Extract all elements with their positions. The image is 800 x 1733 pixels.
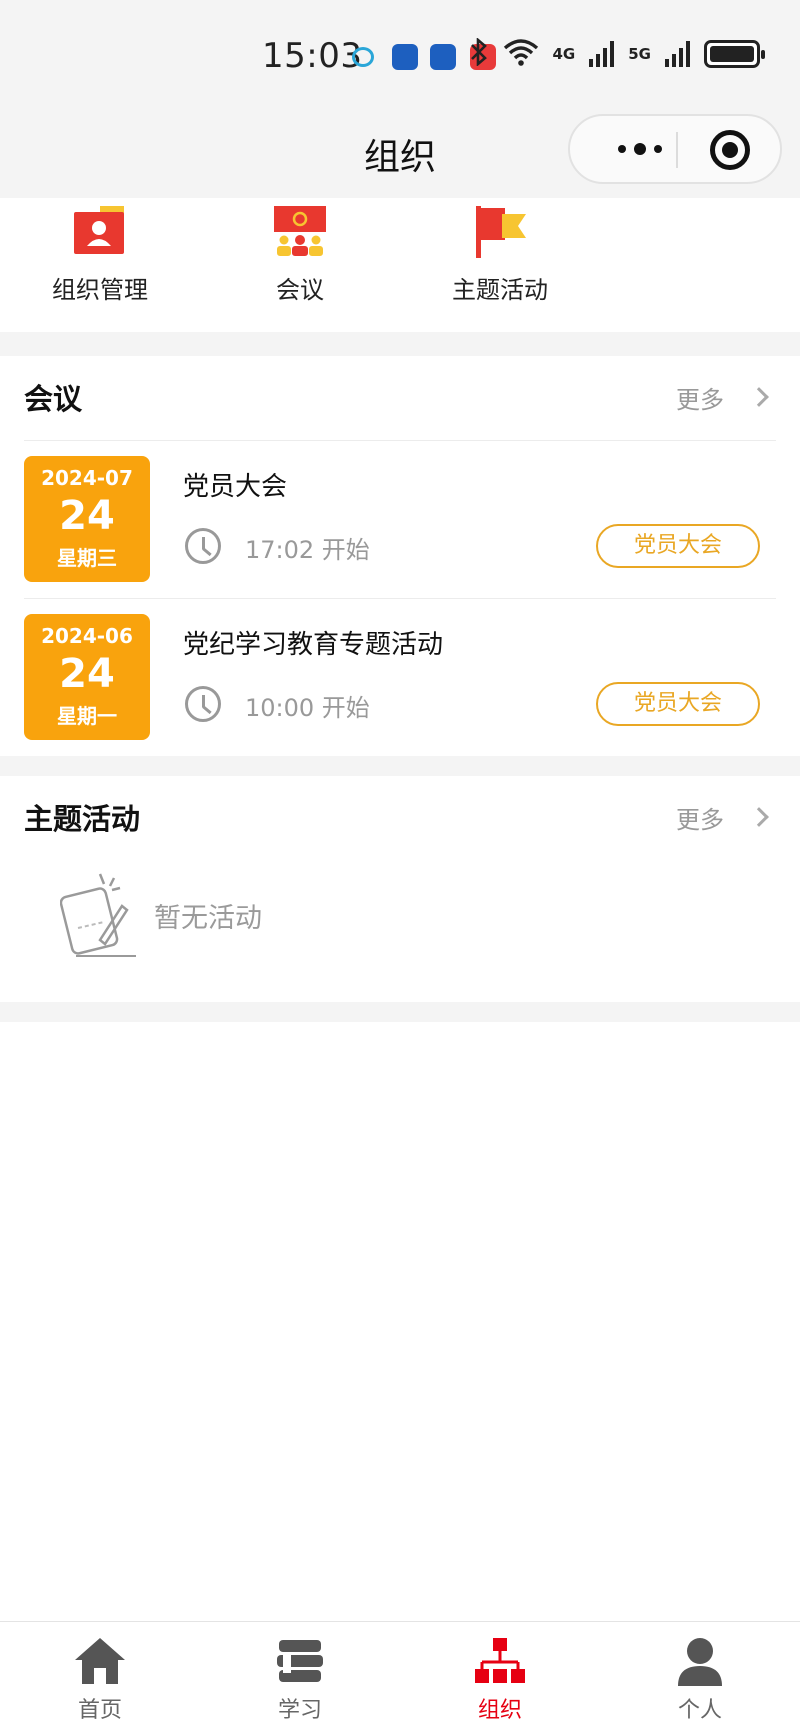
meeting-type-tag: 党员大会 — [596, 682, 760, 726]
flag-icon — [472, 206, 528, 258]
status-time: 15:03 — [262, 36, 363, 76]
empty-state-text: 暂无活动 — [154, 903, 262, 934]
meetings-more-link[interactable]: 更多 — [676, 380, 724, 415]
meeting-weekday: 星期一 — [57, 704, 117, 728]
quick-item-theme-activity[interactable]: 主题活动 — [420, 206, 580, 305]
chat-bubble-icon — [352, 47, 374, 67]
quick-item-label: 会议 — [276, 276, 324, 304]
person-icon — [673, 1636, 727, 1686]
meeting-list-item[interactable]: 2024-07 24 星期三 党员大会 17:02 开始 党员大会 — [0, 440, 800, 598]
meeting-start-time: 10:00 开始 — [245, 694, 370, 722]
nav-bar: 组织 — [0, 100, 800, 198]
organization-icon — [473, 1636, 527, 1686]
meeting-type-tag: 党员大会 — [596, 524, 760, 568]
meeting-day: 24 — [59, 651, 115, 697]
chevron-right-icon[interactable] — [749, 387, 769, 407]
activities-more-link[interactable]: 更多 — [676, 800, 724, 835]
network-4g-label: 4G — [552, 44, 576, 63]
meetings-section-title: 会议 — [24, 382, 83, 416]
org-management-icon — [72, 206, 128, 258]
battery-icon — [704, 40, 765, 68]
meeting-list-item[interactable]: 2024-06 24 星期一 党纪学习教育专题活动 10:00 开始 党员大会 — [0, 598, 800, 756]
quick-item-label: 组织管理 — [52, 276, 148, 304]
tab-label: 首页 — [77, 1698, 122, 1723]
meeting-title: 党纪学习教育专题活动 — [183, 630, 444, 660]
empty-notepad-icon — [59, 870, 140, 960]
status-bar: 15:03 4G 5G — [0, 0, 800, 100]
quick-item-meeting[interactable]: 会议 — [220, 206, 380, 305]
miniapp-capsule — [568, 114, 782, 184]
section-divider — [0, 1002, 800, 1022]
more-dots-icon[interactable] — [600, 116, 680, 182]
quick-menu: 组织管理 会议 主题活动 — [0, 198, 800, 332]
quick-item-label: 主题活动 — [452, 276, 548, 304]
meetings-section: 会议 更多 2024-07 24 星期三 党员大会 17:02 开始 党员大会 … — [0, 356, 800, 756]
quick-item-org-management[interactable]: 组织管理 — [20, 206, 180, 305]
app-badge-icon — [392, 44, 418, 70]
meeting-year-month: 2024-06 — [41, 624, 133, 648]
meeting-icon — [272, 206, 328, 258]
meeting-day: 24 — [59, 493, 115, 539]
meeting-weekday: 星期三 — [57, 546, 117, 570]
tab-label: 学习 — [277, 1698, 322, 1723]
activities-section: 主题活动 更多 暂无活动 — [0, 776, 800, 1002]
tab-label: 组织 — [477, 1698, 522, 1723]
clock-icon — [185, 528, 221, 564]
tab-home[interactable]: 首页 — [0, 1622, 200, 1733]
meeting-year-month: 2024-07 — [41, 466, 133, 490]
signal-4g-icon — [589, 41, 615, 67]
clock-icon — [185, 686, 221, 722]
tab-profile[interactable]: 个人 — [600, 1622, 800, 1733]
meeting-date-badge: 2024-06 24 星期一 — [24, 614, 150, 740]
meeting-date-badge: 2024-07 24 星期三 — [24, 456, 150, 582]
tab-organization[interactable]: 组织 — [400, 1622, 600, 1733]
app-badge-icon-2 — [430, 44, 456, 70]
study-icon — [273, 1636, 327, 1686]
signal-5g-icon — [665, 41, 690, 67]
bluetooth-icon — [469, 37, 489, 70]
tab-label: 个人 — [677, 1698, 722, 1723]
activities-section-title: 主题活动 — [24, 802, 141, 836]
wifi-icon — [503, 38, 539, 70]
meeting-start-time: 17:02 开始 — [245, 536, 370, 564]
tab-study[interactable]: 学习 — [200, 1622, 400, 1733]
home-icon — [73, 1636, 127, 1686]
close-miniapp-icon[interactable] — [710, 130, 750, 170]
capsule-divider — [676, 132, 678, 168]
section-divider — [0, 332, 800, 356]
bottom-tab-bar: 首页 学习 组织 个人 — [0, 1621, 800, 1733]
network-5g-label: 5G — [628, 44, 651, 63]
meeting-title: 党员大会 — [183, 472, 288, 502]
section-divider — [0, 756, 800, 776]
status-indicators: 4G 5G — [469, 37, 765, 70]
chevron-right-icon[interactable] — [749, 807, 769, 827]
